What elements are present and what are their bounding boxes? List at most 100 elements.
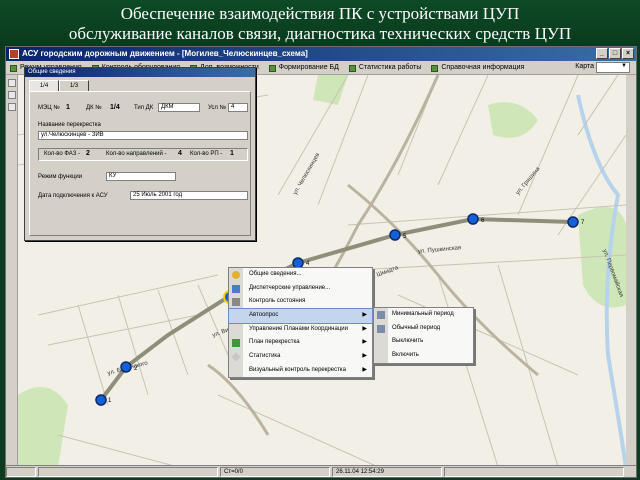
street-label: ул. Челюскинцев	[293, 152, 322, 196]
on-icon	[377, 352, 385, 360]
sub-item-min-period[interactable]: Минимальный период	[374, 308, 473, 322]
dk-value: 1/4	[110, 104, 120, 111]
menu-item-stats[interactable]: Статистика работы	[345, 64, 427, 72]
min-period-icon	[377, 311, 385, 319]
status-cell	[6, 466, 36, 477]
help-icon	[431, 65, 439, 72]
stats-icon	[348, 65, 356, 72]
submenu-arrow-icon: ▶	[362, 312, 367, 319]
plan-icon	[232, 339, 240, 348]
ctx-label: Визуальный контроль перекрестка	[249, 366, 346, 373]
mdc-label: МЭЦ №	[38, 105, 60, 111]
app-icon	[9, 49, 19, 59]
ctx-item-autopoll[interactable]: Автоопрос ▶	[228, 308, 373, 324]
minimize-button[interactable]: _	[596, 48, 608, 59]
menu-item-help[interactable]: Справочная информация	[427, 64, 530, 72]
ctx-label: Управление Планами Координации	[249, 325, 348, 332]
context-menu: Общие сведения... Диспетчерские управлен…	[228, 267, 373, 378]
ctx-label: Автоопрос	[249, 312, 279, 319]
submenu-arrow-icon: ▶	[362, 366, 367, 373]
dk-type-field[interactable]: ДКМ	[158, 103, 200, 112]
menu-item-database[interactable]: Формирование БД	[265, 64, 345, 72]
submenu-arrow-icon: ▶	[362, 325, 367, 332]
ctx-item-status-control[interactable]: Контроль состояния	[229, 295, 372, 309]
status-cell	[38, 466, 218, 477]
sub-item-off[interactable]: Выключить	[374, 335, 473, 349]
status-datetime: 26.11.04 12:54:29	[332, 466, 442, 477]
ctx-item-general-info[interactable]: Общие сведения...	[229, 268, 372, 282]
sub-label: Включить	[392, 352, 419, 359]
tools-icon	[232, 298, 240, 307]
directions-label: Кол-во направлений -	[106, 151, 167, 157]
maximize-button[interactable]: □	[609, 48, 621, 59]
rp-value: 1	[230, 150, 234, 157]
database-icon	[268, 65, 276, 72]
phases-value: 2	[86, 150, 90, 157]
map-label: Карта	[575, 63, 594, 70]
ctx-label: Диспетчерские управление...	[249, 284, 331, 291]
tab-1-4[interactable]: 1/4	[29, 80, 59, 91]
ctx-item-intersection-plan[interactable]: План перекрестка ▶	[229, 336, 372, 350]
ctx-item-visual-control[interactable]: Визуальный контроль перекрестка ▶	[229, 364, 372, 378]
park-area	[18, 387, 68, 467]
dk-type-label: Тип ДК	[134, 105, 154, 111]
statistics-icon	[231, 352, 241, 362]
usl-field[interactable]: 4	[228, 103, 248, 112]
directions-value: 4	[178, 150, 182, 157]
submenu-arrow-icon: ▶	[362, 339, 367, 346]
sub-label: Выключить	[392, 338, 424, 345]
slide-title-line1: Обеспечение взаимодействия ПК с устройст…	[120, 4, 520, 23]
pan-button[interactable]	[8, 103, 16, 111]
submenu-arrow-icon: ▶	[362, 353, 367, 360]
window-title: АСУ городским дорожным движением - [Моги…	[22, 49, 308, 58]
date-field[interactable]: 25 Июль 2001 год	[130, 191, 248, 200]
ctx-label: Статистика	[249, 353, 281, 360]
statusbar: Ст=0/0 26.11.04 12:54:29	[6, 465, 636, 477]
info-panel-title[interactable]: Общие сведения	[25, 68, 255, 77]
off-icon	[377, 338, 385, 346]
intersection-field[interactable]: ул.Челюскинцев - ЗИВ	[38, 131, 248, 140]
plans-icon	[232, 326, 240, 334]
left-toolbar	[6, 75, 18, 467]
phases-label: Кол-во ФАЗ -	[44, 151, 80, 157]
autopoll-submenu: Минимальный период Обычный период Выключ…	[373, 307, 474, 364]
visual-icon	[232, 367, 240, 375]
ctx-item-statistics[interactable]: Статистика ▶	[229, 350, 372, 364]
usl-label: Усл №	[208, 105, 227, 111]
status-counter: Ст=0/0	[220, 466, 330, 477]
map-select[interactable]: ▼	[596, 62, 630, 73]
info-icon	[232, 271, 240, 279]
ctx-label: План перекрестка	[249, 339, 300, 346]
zoom-out-button[interactable]	[8, 91, 16, 99]
main-roads	[207, 75, 539, 436]
sub-item-on[interactable]: Включить	[374, 349, 473, 363]
rp-label: Кол-во РП -	[190, 151, 223, 157]
window-titlebar[interactable]: АСУ городским дорожным движением - [Моги…	[6, 47, 636, 61]
tab-1-3[interactable]: 1/3	[59, 80, 89, 91]
mdc-value: 1	[66, 104, 70, 111]
zoom-in-button[interactable]	[8, 79, 16, 87]
ctx-label: Общие сведения...	[249, 271, 302, 277]
mode-field[interactable]: КУ	[106, 172, 176, 181]
dispatch-icon	[232, 284, 240, 293]
intersection-label: Название перекрестка	[38, 122, 101, 128]
sub-label: Обычный период	[392, 324, 441, 331]
menu-label: Справочная информация	[441, 64, 525, 71]
sub-label: Минимальный период	[392, 311, 454, 317]
ctx-item-dispatch[interactable]: Диспетчерские управление...	[229, 282, 372, 296]
close-button[interactable]: ×	[622, 48, 634, 59]
ctx-label: Контроль состояния	[249, 298, 306, 305]
slide-title: Обеспечение взаимодействия ПК с устройст…	[0, 0, 640, 46]
street-label: ул. Пушкинская	[418, 245, 462, 255]
dk-label: ДК №	[86, 105, 102, 111]
sub-item-normal-period[interactable]: Обычный период	[374, 322, 473, 336]
menu-label: Формирование БД	[278, 64, 339, 71]
slide-title-line2: обслуживание каналов связи, диагностика …	[68, 24, 572, 43]
menu-label: Статистика работы	[358, 64, 422, 71]
ctx-item-coordination-plans[interactable]: Управление Планами Координации ▶	[229, 323, 372, 337]
status-cell	[444, 466, 624, 477]
crossing-number: 1	[108, 398, 112, 404]
info-panel-body: МЭЦ № 1 ДК № 1/4 Тип ДК ДКМ Усл № 4 Назв…	[29, 91, 251, 236]
normal-period-icon	[377, 324, 385, 333]
crossing-node[interactable]: 1	[95, 394, 112, 406]
